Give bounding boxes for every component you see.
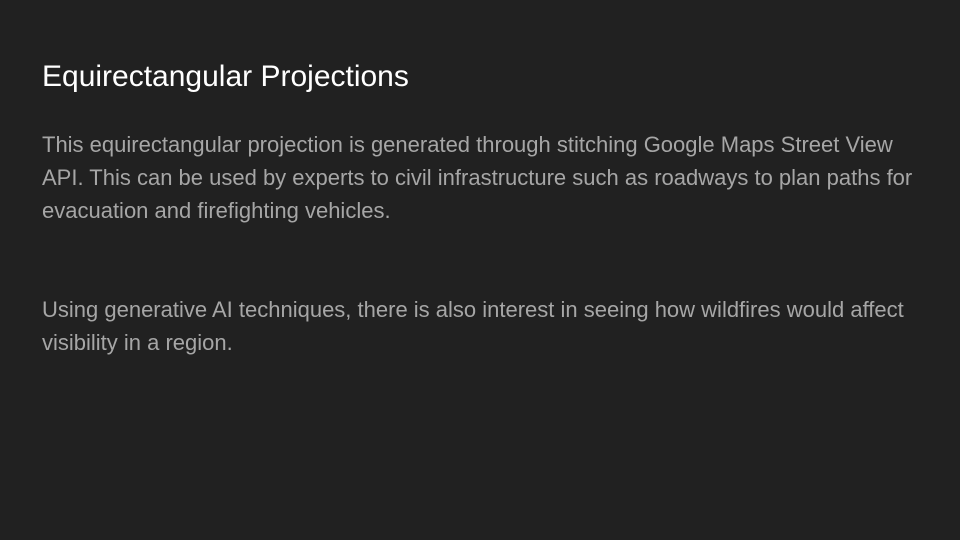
slide: Equirectangular Projections This equirec… bbox=[0, 0, 960, 540]
body-paragraph-2: Using generative AI techniques, there is… bbox=[42, 297, 904, 355]
slide-title: Equirectangular Projections bbox=[42, 60, 409, 93]
slide-body: This equirectangular projection is gener… bbox=[42, 128, 932, 359]
body-paragraph-1: This equirectangular projection is gener… bbox=[42, 132, 913, 223]
